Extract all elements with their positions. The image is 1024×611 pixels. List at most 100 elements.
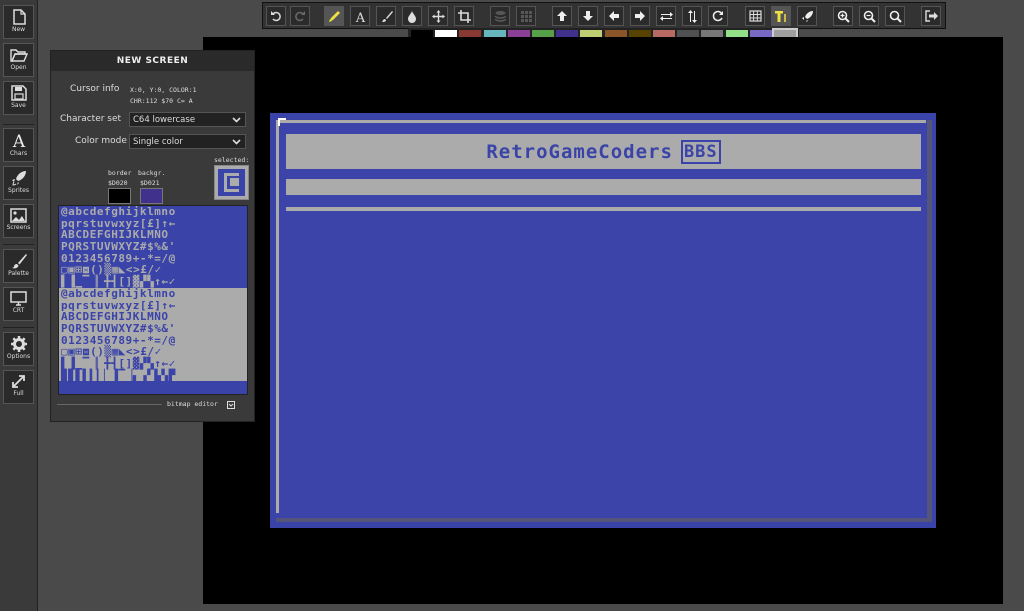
screen-title-text: RetroGameCoders	[486, 140, 673, 163]
flip-vertical-icon	[688, 9, 697, 23]
sidebar-item-label: New	[11, 26, 26, 33]
colormode-label: Color mode	[75, 136, 127, 146]
sidebar-divider	[3, 124, 34, 125]
folder-open-icon	[9, 49, 28, 62]
zoom-reset-icon	[889, 10, 902, 23]
charset-grid[interactable]: @abcdefghijklmno pqrstuvwxyz[£]↑← ABCDEFG…	[58, 205, 248, 395]
flip-vertical-button[interactable]	[682, 6, 702, 26]
text-mode-icon	[775, 10, 786, 22]
pencil-tool-button[interactable]	[324, 6, 344, 26]
rocket-icon	[801, 10, 813, 22]
paintbrush-icon	[11, 254, 27, 269]
screens-button[interactable]: Screens	[3, 204, 34, 238]
grid-dots-icon	[520, 10, 532, 22]
bbs-badge: BBS	[680, 139, 721, 164]
grid-icon	[748, 10, 762, 22]
charset-select[interactable]: C64 lowercase	[129, 112, 246, 127]
flip-horizontal-icon	[659, 12, 673, 21]
sprite-mode-button[interactable]	[797, 6, 817, 26]
frame-left	[276, 120, 279, 513]
zoom-out-button[interactable]	[859, 6, 879, 26]
cursor-marker	[278, 118, 286, 126]
zoom-in-icon	[837, 10, 850, 23]
border-color-swatch[interactable]	[108, 188, 131, 204]
screen-title-bar: RetroGameCoders BBS	[286, 134, 921, 169]
sprites-button[interactable]: Sprites	[3, 166, 34, 200]
screen-bar	[286, 179, 921, 195]
text-tool-button[interactable]: A	[350, 6, 370, 26]
colormode-value: Single color	[133, 136, 183, 147]
move-icon	[431, 9, 445, 23]
bitmap-editor-toggle-icon[interactable]	[227, 401, 235, 409]
zoom-in-button[interactable]	[833, 6, 853, 26]
zoom-reset-button[interactable]	[885, 6, 905, 26]
image-icon	[10, 208, 27, 223]
save-disk-icon	[10, 85, 27, 101]
zoom-out-icon	[863, 10, 876, 23]
sidebar-divider	[3, 327, 34, 328]
rotate-button[interactable]	[708, 6, 728, 26]
arrow-up-icon	[557, 11, 567, 21]
sidebar-item-label: CRT	[12, 307, 25, 314]
arrow-left-icon	[609, 11, 619, 21]
sidebar-item-label: Full	[13, 390, 24, 397]
shift-up-button[interactable]	[552, 6, 572, 26]
text-mode-button[interactable]	[771, 6, 791, 26]
charset-value: C64 lowercase	[133, 114, 196, 125]
open-button[interactable]: Open	[3, 43, 34, 77]
flip-horizontal-button[interactable]	[656, 6, 676, 26]
svg-text:A: A	[11, 132, 25, 149]
shift-down-button[interactable]	[578, 6, 598, 26]
layers-button[interactable]	[490, 6, 510, 26]
charset-row[interactable]: ▌▐▁▔▕▏╋┫[]▓▞▚↑←✓	[59, 358, 247, 370]
background-label: backgr.	[138, 169, 166, 177]
charset-row[interactable]: @abcdefghijklmno	[59, 206, 247, 218]
sidebar-item-label: Sprites	[8, 187, 29, 194]
fullscreen-button[interactable]: Full	[3, 370, 34, 404]
layers-icon	[494, 10, 506, 22]
grid-toggle-button[interactable]	[745, 6, 765, 26]
sidebar-item-label: Screens	[6, 224, 31, 231]
selected-char-preview	[214, 165, 249, 200]
charset-row[interactable]: @abcdefghijklmno	[59, 288, 247, 300]
save-button[interactable]: Save	[3, 81, 34, 115]
chars-button[interactable]: A Chars	[3, 128, 34, 162]
options-button[interactable]: Options	[3, 332, 34, 366]
cursor-info-label: Cursor info	[70, 84, 120, 94]
frame-bottom	[276, 518, 932, 522]
colormode-select[interactable]: Single color	[129, 134, 246, 149]
sidebar-item-label: Chars	[9, 150, 28, 157]
undo-icon	[271, 11, 281, 22]
panel-title[interactable]: NEW SCREEN	[51, 51, 254, 71]
background-address: $D021	[140, 179, 160, 187]
undo-button[interactable]	[266, 6, 286, 26]
palette-button[interactable]: Palette	[3, 249, 34, 283]
brush-tool-button[interactable]	[376, 6, 396, 26]
expand-icon	[12, 375, 25, 388]
fill-tool-button[interactable]	[402, 6, 422, 26]
gear-icon	[10, 336, 27, 352]
crop-tool-button[interactable]	[454, 6, 474, 26]
frame-top	[276, 120, 926, 123]
background-color-swatch[interactable]	[140, 188, 163, 204]
grid-dots-button[interactable]	[516, 6, 536, 26]
charset-row[interactable]: ▉▊▋▌▍▎▏▐▔▕▖▗▘▙▚▛	[59, 369, 247, 382]
border-label: border	[108, 169, 132, 177]
sidebar-divider	[3, 244, 34, 245]
exit-icon	[924, 10, 938, 22]
charset-row[interactable]: PQRSTUVWXYZ#$%&'	[59, 323, 247, 335]
sidebar-item-label: Open	[10, 64, 27, 71]
sidebar-item-label: Options	[6, 353, 31, 360]
move-tool-button[interactable]	[428, 6, 448, 26]
charset-row[interactable]: PQRSTUVWXYZ#$%&'	[59, 241, 247, 253]
redo-button[interactable]	[290, 6, 310, 26]
letter-a-icon: A	[11, 132, 25, 149]
crt-button[interactable]: CRT	[3, 287, 34, 321]
shift-left-button[interactable]	[604, 6, 624, 26]
rocket-icon	[11, 171, 26, 186]
exit-button[interactable]	[921, 6, 941, 26]
new-button[interactable]: New	[3, 5, 34, 39]
shift-right-button[interactable]	[630, 6, 650, 26]
selected-label: selected:	[214, 156, 250, 164]
bitmap-editor-label[interactable]: bitmap editor	[167, 400, 218, 408]
